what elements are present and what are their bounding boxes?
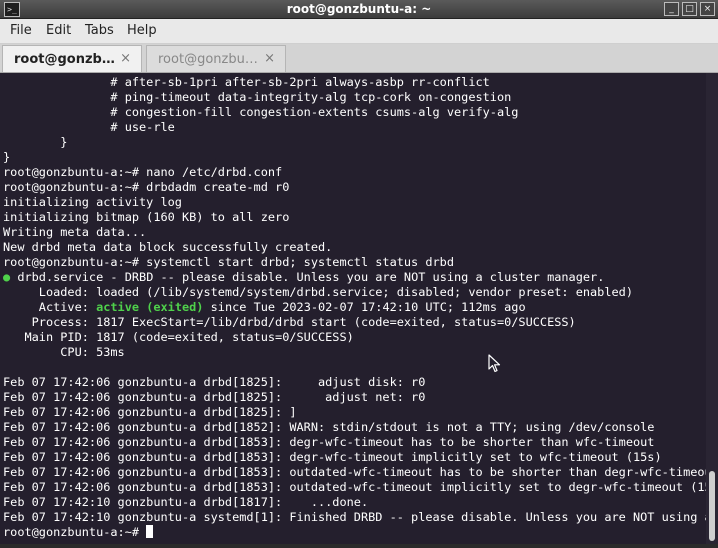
terminal-scrollbar[interactable] xyxy=(706,73,718,544)
terminal-line: Feb 07 17:42:06 gonzbuntu-a drbd[1825]: … xyxy=(3,390,706,405)
terminal-line-text: initializing bitmap (160 KB) to all zero xyxy=(3,210,290,224)
terminal-line: Feb 07 17:42:06 gonzbuntu-a drbd[1853]: … xyxy=(3,480,706,495)
mouse-pointer-icon xyxy=(488,354,501,373)
terminal-line: # congestion-fill congestion-extents csu… xyxy=(3,105,706,120)
terminal-line-text: root@gonzbuntu-a:~# nano /etc/drbd.conf xyxy=(3,165,283,179)
terminal-line-text: CPU: 53ms xyxy=(3,345,125,359)
terminal-line-text: # use-rle xyxy=(3,120,175,134)
terminal-line-text: New drbd meta data block successfully cr… xyxy=(3,240,333,254)
terminal-line-text: # ping-timeout data-integrity-alg tcp-co… xyxy=(3,90,512,104)
terminal-line: # use-rle xyxy=(3,120,706,135)
terminal-line-text: Feb 07 17:42:06 gonzbuntu-a drbd[1825]: … xyxy=(3,390,426,404)
terminal-line: Feb 07 17:42:06 gonzbuntu-a drbd[1825]: … xyxy=(3,405,706,420)
terminal-line-text: Feb 07 17:42:10 gonzbuntu-a drbd[1817]: … xyxy=(3,495,369,509)
terminal-line: CPU: 53ms xyxy=(3,345,706,360)
terminal-line: } xyxy=(3,135,706,150)
terminal-line-text: Feb 07 17:42:06 gonzbuntu-a drbd[1852]: … xyxy=(3,420,655,434)
terminal-line: initializing activity log xyxy=(3,195,706,210)
terminal-line-text: Feb 07 17:42:06 gonzbuntu-a drbd[1853]: … xyxy=(3,435,655,449)
terminal-line-text: Feb 07 17:42:06 gonzbuntu-a drbd[1825]: … xyxy=(3,375,426,389)
service-active-status: active (exited) xyxy=(96,300,204,314)
terminal-line-text: drbd.service - DRBD -- please disable. U… xyxy=(10,270,605,284)
terminal-line: root@gonzbuntu-a:~# nano /etc/drbd.conf xyxy=(3,165,706,180)
menu-file[interactable]: File xyxy=(10,23,32,38)
terminal-line-text: Feb 07 17:42:06 gonzbuntu-a drbd[1853]: … xyxy=(3,465,706,479)
terminal-line-text: Feb 07 17:42:06 gonzbuntu-a drbd[1853]: … xyxy=(3,480,706,494)
terminal-line: } xyxy=(3,150,706,165)
tab-bar: root@gonzb… × root@gonzbu… × xyxy=(0,44,718,73)
terminal-line-text: root@gonzbuntu-a:~# drbdadm create-md r0 xyxy=(3,180,290,194)
terminal-line-text: Writing meta data... xyxy=(3,225,147,239)
terminal-line: Feb 07 17:42:06 gonzbuntu-a drbd[1853]: … xyxy=(3,435,706,450)
title-bar[interactable]: >_ root@gonzbuntu-a: ~ _ □ × xyxy=(0,0,718,19)
terminal-line: Writing meta data... xyxy=(3,225,706,240)
terminal-line: root@gonzbuntu-a:~# xyxy=(3,525,706,540)
terminal-line-text: Feb 07 17:42:10 gonzbuntu-a systemd[1]: … xyxy=(3,510,706,524)
terminal-line-text: Main PID: 1817 (code=exited, status=0/SU… xyxy=(3,330,354,344)
scrollbar-thumb[interactable] xyxy=(709,471,715,541)
terminal-line: Active: active (exited) since Tue 2023-0… xyxy=(3,300,706,315)
tab-label: root@gonzbu… xyxy=(158,52,258,67)
window-title: root@gonzbuntu-a: ~ xyxy=(286,2,432,16)
tab-close-icon[interactable]: × xyxy=(120,51,131,66)
terminal-line-text: Feb 07 17:42:06 gonzbuntu-a drbd[1825]: … xyxy=(3,405,297,419)
terminal-line: Feb 07 17:42:06 gonzbuntu-a drbd[1853]: … xyxy=(3,450,706,465)
terminal-line: Feb 07 17:42:06 gonzbuntu-a drbd[1825]: … xyxy=(3,375,706,390)
terminal-line: Feb 07 17:42:10 gonzbuntu-a drbd[1817]: … xyxy=(3,495,706,510)
terminal-line-text: Feb 07 17:42:06 gonzbuntu-a drbd[1853]: … xyxy=(3,450,662,464)
maximize-icon[interactable]: □ xyxy=(682,2,697,16)
terminal-line: initializing bitmap (160 KB) to all zero xyxy=(3,210,706,225)
terminal-line: root@gonzbuntu-a:~# drbdadm create-md r0 xyxy=(3,180,706,195)
terminal-line-text: } xyxy=(3,150,11,164)
terminal-line-text: root@gonzbuntu-a:~# systemctl start drbd… xyxy=(3,255,455,269)
terminal-line-text: Process: 1817 ExecStart=/lib/drbd/drbd s… xyxy=(3,315,576,329)
terminal-line: ● drbd.service - DRBD -- please disable.… xyxy=(3,270,706,285)
terminal-line: New drbd meta data block successfully cr… xyxy=(3,240,706,255)
menu-bar: File Edit Tabs Help xyxy=(0,19,718,44)
terminal-line-text: # congestion-fill congestion-extents csu… xyxy=(3,105,519,119)
menu-tabs[interactable]: Tabs xyxy=(85,23,114,38)
window-controls: _ □ × xyxy=(664,2,715,16)
tab-terminal-2[interactable]: root@gonzbu… × xyxy=(146,45,286,72)
terminal-line: Process: 1817 ExecStart=/lib/drbd/drbd s… xyxy=(3,315,706,330)
menu-edit[interactable]: Edit xyxy=(46,23,71,38)
minimize-icon[interactable]: _ xyxy=(664,2,679,16)
terminal-line: # after-sb-1pri after-sb-2pri always-asb… xyxy=(3,75,706,90)
terminal-line: Feb 07 17:42:10 gonzbuntu-a systemd[1]: … xyxy=(3,510,706,525)
terminal-line-text: root@gonzbuntu-a:~# xyxy=(3,525,147,539)
tab-label: root@gonzb… xyxy=(14,52,115,67)
terminal-line-text: Loaded: loaded (/lib/systemd/system/drbd… xyxy=(3,285,633,299)
terminal-line-text: Active: xyxy=(3,300,97,314)
tab-close-icon[interactable]: × xyxy=(264,51,275,66)
terminal-line: Main PID: 1817 (code=exited, status=0/SU… xyxy=(3,330,706,345)
terminal-output[interactable]: # after-sb-1pri after-sb-2pri always-asb… xyxy=(0,73,706,544)
menu-help[interactable]: Help xyxy=(127,23,157,38)
terminal-line-suffix: since Tue 2023-02-07 17:42:10 UTC; 112ms… xyxy=(203,300,526,314)
terminal-line: root@gonzbuntu-a:~# systemctl start drbd… xyxy=(3,255,706,270)
terminal-line: # ping-timeout data-integrity-alg tcp-co… xyxy=(3,90,706,105)
terminal-line: Feb 07 17:42:06 gonzbuntu-a drbd[1853]: … xyxy=(3,465,706,480)
terminal-cursor xyxy=(146,525,154,538)
tab-terminal-1[interactable]: root@gonzb… × xyxy=(2,45,142,72)
close-icon[interactable]: × xyxy=(700,2,715,16)
terminal-line: Feb 07 17:42:06 gonzbuntu-a drbd[1852]: … xyxy=(3,420,706,435)
terminal-line-text: # after-sb-1pri after-sb-2pri always-asb… xyxy=(3,75,490,89)
terminal-line-text: } xyxy=(3,135,68,149)
terminal-line-text: initializing activity log xyxy=(3,195,182,209)
terminal-line: Loaded: loaded (/lib/systemd/system/drbd… xyxy=(3,285,706,300)
